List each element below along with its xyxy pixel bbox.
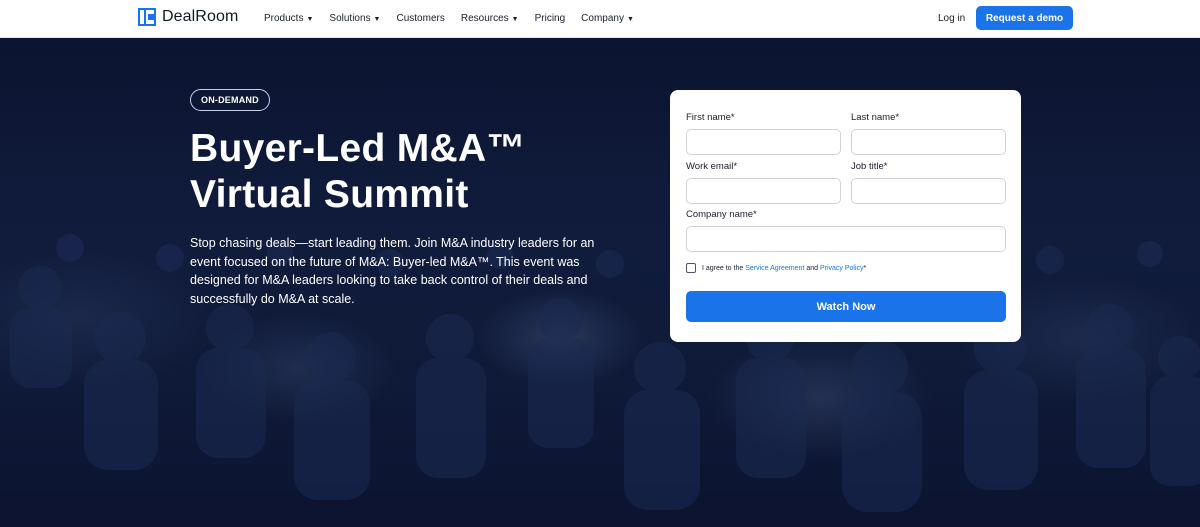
company-name-input[interactable]	[686, 226, 1006, 252]
top-navbar: DealRoom Products ▼ Solutions ▼ Customer…	[0, 0, 1200, 38]
first-name-label: First name*	[686, 112, 735, 123]
chevron-down-icon: ▼	[511, 16, 519, 23]
chevron-down-icon: ▼	[373, 16, 381, 23]
title-line-2: Virtual Summit	[190, 173, 469, 216]
and-text: and	[806, 264, 819, 272]
menu-item-products[interactable]: Products ▼	[264, 13, 313, 24]
agreement-text: I agree to the Service Agreement and Pri…	[702, 265, 866, 272]
request-demo-button[interactable]: Request a demo	[976, 6, 1073, 30]
privacy-policy-link[interactable]: Privacy Policy	[820, 265, 864, 272]
menu-item-customers[interactable]: Customers	[396, 13, 444, 24]
dealroom-logo[interactable]: DealRoom	[138, 8, 238, 26]
agree-prefix-text: I agree to the	[702, 264, 744, 272]
menu-item-resources[interactable]: Resources ▼	[461, 13, 519, 24]
last-name-label: Last name*	[851, 112, 900, 123]
login-link[interactable]: Log in	[938, 13, 965, 24]
agreement-row: I agree to the Service Agreement and Pri…	[686, 263, 866, 273]
hero-section: ON-DEMAND Buyer-Led M&A™ Virtual Summit …	[0, 38, 1200, 527]
menu-item-pricing[interactable]: Pricing	[535, 13, 566, 24]
main-menu: Products ▼ Solutions ▼ Customers Resourc…	[264, 13, 634, 24]
registration-form: First name* Last name* Work email* Job t…	[670, 90, 1021, 342]
hero-description: Stop chasing deals—start leading them. J…	[190, 236, 595, 306]
job-title-input[interactable]	[851, 178, 1006, 204]
menu-item-label: Company	[581, 13, 624, 24]
chevron-down-icon: ▼	[626, 16, 634, 23]
watch-now-button[interactable]: Watch Now	[686, 291, 1006, 322]
work-email-label: Work email*	[686, 161, 738, 172]
page-title: Buyer-Led M&A™ Virtual Summit	[190, 126, 610, 218]
company-name-label: Company name*	[686, 209, 757, 220]
logo-text: DealRoom	[162, 8, 239, 25]
on-demand-badge: ON-DEMAND	[190, 89, 270, 111]
chevron-down-icon: ▼	[306, 16, 314, 23]
menu-item-label: Pricing	[534, 13, 566, 24]
menu-item-label: Customers	[396, 13, 445, 24]
menu-item-solutions[interactable]: Solutions ▼	[329, 13, 380, 24]
menu-item-label: Products	[264, 13, 304, 24]
work-email-input[interactable]	[686, 178, 841, 204]
menu-item-label: Resources	[460, 13, 509, 24]
menu-item-company[interactable]: Company ▼	[581, 13, 634, 24]
job-title-label: Job title*	[851, 161, 888, 172]
menu-item-label: Solutions	[329, 13, 371, 24]
title-line-1: Buyer-Led M&A™	[190, 127, 526, 170]
service-agreement-link[interactable]: Service Agreement	[745, 265, 804, 272]
agree-checkbox[interactable]	[686, 263, 696, 273]
dealroom-logo-icon	[138, 8, 156, 26]
agree-required-mark: *	[863, 264, 867, 272]
first-name-input[interactable]	[686, 129, 841, 155]
last-name-input[interactable]	[851, 129, 1006, 155]
